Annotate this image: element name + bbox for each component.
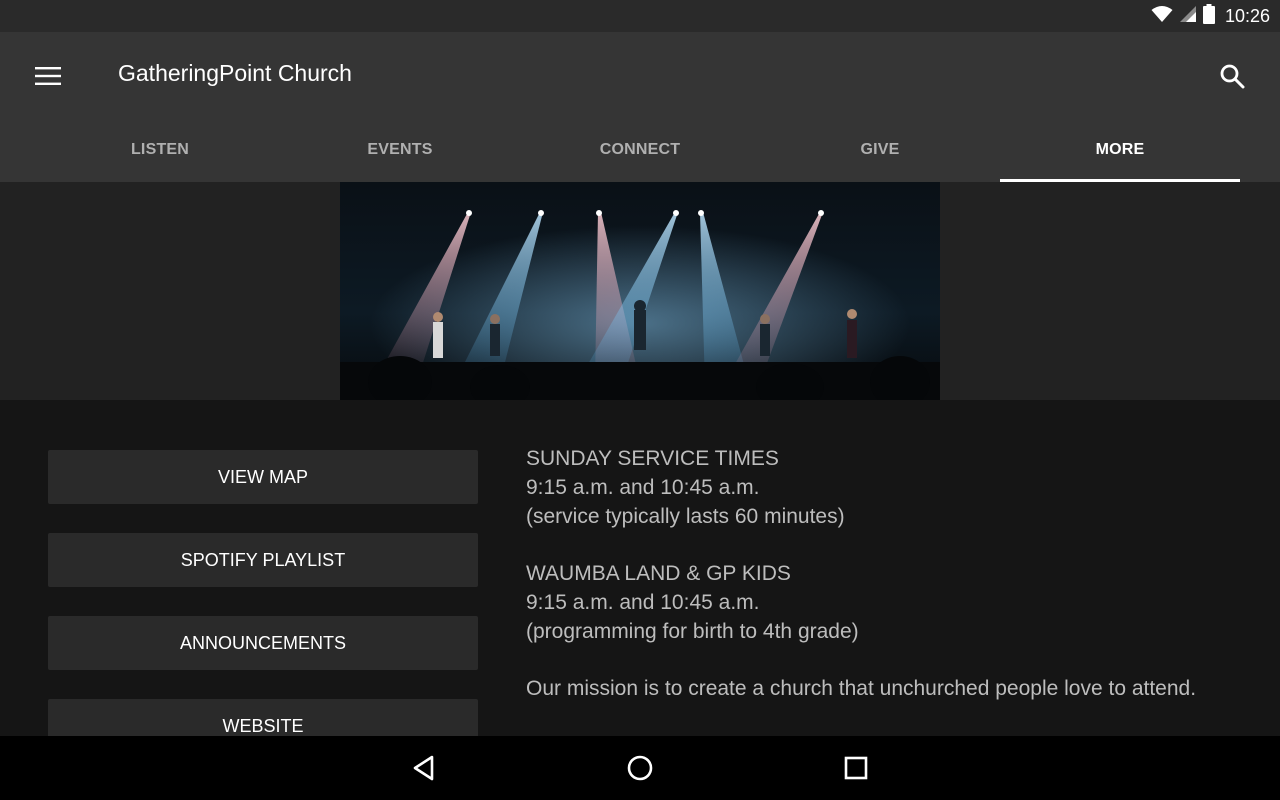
tab-connect[interactable]: CONNECT [520,118,760,182]
status-bar: 10:26 [0,0,1280,32]
sunday-service-times: 9:15 a.m. and 10:45 a.m. [526,476,760,499]
battery-icon [1202,3,1215,29]
kids-heading: WAUMBA LAND & GP KIDS [526,562,791,585]
announcements-button[interactable]: ANNOUNCEMENTS [48,616,478,670]
mission-statement: Our mission is to create a church that u… [526,677,1197,700]
website-button[interactable]: WEBSITE [48,699,478,736]
spotify-playlist-button[interactable]: SPOTIFY PLAYLIST [48,533,478,587]
tab-give[interactable]: GIVE [760,118,1000,182]
kids-block: WAUMBA LAND & GP KIDS 9:15 a.m. and 10:4… [526,559,1246,646]
tab-bar: LISTEN EVENTS CONNECT GIVE MORE [40,118,1240,182]
recents-icon[interactable] [828,748,884,788]
home-icon[interactable] [612,748,668,788]
kids-times: 9:15 a.m. and 10:45 a.m. [526,591,760,614]
kids-note: (programming for birth to 4th grade) [526,620,859,643]
back-icon[interactable] [396,748,452,788]
sunday-service-block: SUNDAY SERVICE TIMES 9:15 a.m. and 10:45… [526,444,1246,531]
search-icon[interactable] [1208,54,1256,98]
hero-band [0,182,1280,400]
view-map-button[interactable]: VIEW MAP [48,450,478,504]
navigation-bar [0,736,1280,800]
sunday-service-heading: SUNDAY SERVICE TIMES [526,447,779,470]
tab-listen[interactable]: LISTEN [40,118,280,182]
wifi-icon [1151,5,1173,28]
status-time: 10:26 [1224,5,1270,26]
tab-more[interactable]: MORE [1000,118,1240,182]
app-title: GatheringPoint Church [118,60,352,86]
content-area: VIEW MAP SPOTIFY PLAYLIST ANNOUNCEMENTS … [0,400,1280,736]
app-bar: GatheringPoint Church LISTEN EVENTS CONN… [0,32,1280,182]
status-icons: 10:26 [1151,0,1270,32]
menu-icon[interactable] [24,56,72,96]
info-text: SUNDAY SERVICE TIMES 9:15 a.m. and 10:45… [526,444,1246,731]
sunday-service-note: (service typically lasts 60 minutes) [526,505,845,528]
hero-image [340,182,940,400]
signal-icon [1179,5,1197,28]
tab-events[interactable]: EVENTS [280,118,520,182]
